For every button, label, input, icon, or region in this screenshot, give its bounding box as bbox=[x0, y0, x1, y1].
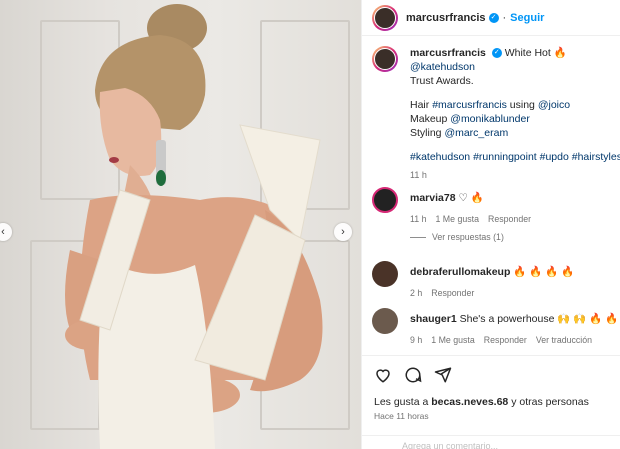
hashtag-updo[interactable]: #updo bbox=[540, 151, 569, 163]
mention-joico[interactable]: @joico bbox=[538, 99, 570, 111]
caption-username[interactable]: marcusrfrancis bbox=[410, 47, 486, 59]
using-text: using bbox=[509, 99, 535, 111]
hashtag-runningpoint[interactable]: #runningpoint bbox=[473, 151, 537, 163]
add-comment-placeholder[interactable]: Agrega un comentario... bbox=[402, 441, 498, 449]
comment-likes[interactable]: 1 Me gusta bbox=[435, 214, 479, 224]
comment-username[interactable]: marvia78 bbox=[410, 192, 456, 204]
hashtag-marcusrfrancis[interactable]: #marcusrfrancis bbox=[432, 99, 507, 111]
reply-button[interactable]: Responder bbox=[484, 335, 527, 345]
post-age: Hace 11 horas bbox=[374, 411, 429, 421]
commenter-avatar[interactable] bbox=[372, 187, 398, 213]
comment-emoji: ♡ 🔥 bbox=[458, 192, 484, 204]
verified-icon: ✓ bbox=[491, 48, 502, 59]
comment-time: 2 h bbox=[410, 288, 423, 298]
translate-button[interactable]: Ver traducción bbox=[536, 335, 592, 345]
add-comment-bar[interactable]: Agrega un comentario... bbox=[362, 435, 620, 449]
separator-dot: · bbox=[502, 11, 507, 24]
post-photo[interactable]: ‹ › bbox=[0, 0, 361, 449]
commenter-avatar[interactable] bbox=[372, 308, 398, 334]
mention-monikablunder[interactable]: @monikablunder bbox=[450, 113, 530, 125]
likes-summary: Les gusta a becas.neves.68 y otras perso… bbox=[374, 396, 589, 408]
likes-user[interactable]: becas.neves.68 bbox=[431, 396, 508, 408]
comment-emoji: 🔥 🔥 🔥 🔥 bbox=[513, 266, 575, 278]
fire-emoji: 🔥 bbox=[553, 47, 567, 59]
hashtag-hairstyles[interactable]: #hairstyles bbox=[572, 151, 620, 163]
comment-username[interactable]: shauger1 bbox=[410, 313, 457, 325]
styling-label: Styling bbox=[410, 127, 442, 139]
view-replies-button[interactable]: Ver respuestas (1) bbox=[432, 232, 504, 242]
caption-line2: Trust Awards. bbox=[410, 75, 474, 87]
hair-label: Hair bbox=[410, 99, 430, 111]
comment-text: She's a powerhouse bbox=[459, 313, 555, 325]
author-avatar[interactable] bbox=[372, 4, 398, 31]
chevron-right-icon[interactable]: › bbox=[334, 223, 352, 241]
reply-button[interactable]: Responder bbox=[488, 214, 531, 224]
likes-prefix: Les gusta a bbox=[374, 396, 429, 408]
caption-author-avatar[interactable] bbox=[372, 46, 398, 72]
comment-icon[interactable] bbox=[404, 366, 422, 384]
comment-likes[interactable]: 1 Me gusta bbox=[431, 335, 475, 345]
follow-button[interactable]: Seguir bbox=[510, 12, 544, 24]
woman-figure-illustration bbox=[65, 4, 323, 449]
post-actions: Les gusta a becas.neves.68 y otras perso… bbox=[362, 355, 620, 449]
caption-time: 11 h bbox=[410, 170, 427, 180]
comment-time: 9 h bbox=[410, 335, 423, 345]
caption-text: marcusrfrancis ✓ White Hot 🔥 @katehudson… bbox=[410, 46, 620, 182]
hashtag-katehudson[interactable]: #katehudson bbox=[410, 151, 470, 163]
commenter-avatar[interactable] bbox=[372, 261, 398, 287]
post-header: marcusrfrancis ✓ · Seguir bbox=[362, 0, 620, 36]
likes-suffix[interactable]: y otras personas bbox=[511, 396, 589, 408]
post-sidebar: marcusrfrancis ✓ · Seguir marcusrfrancis… bbox=[361, 0, 620, 449]
reply-button[interactable]: Responder bbox=[431, 288, 474, 298]
comment-emoji: 🙌 🙌 🔥 🔥 ❤️ ❤ bbox=[557, 313, 620, 325]
caption-line1: White Hot bbox=[504, 47, 551, 59]
comment-username[interactable]: debraferullomakeup bbox=[410, 266, 510, 278]
mention-marc-eram[interactable]: @marc_eram bbox=[444, 127, 508, 139]
comment-time: 11 h bbox=[410, 214, 427, 224]
author-username[interactable]: marcusrfrancis bbox=[406, 12, 486, 24]
share-icon[interactable] bbox=[434, 366, 452, 384]
verified-icon: ✓ bbox=[488, 12, 499, 23]
heart-icon[interactable] bbox=[374, 366, 392, 384]
mention-katehudson[interactable]: @katehudson bbox=[410, 61, 475, 73]
makeup-label: Makeup bbox=[410, 113, 448, 125]
